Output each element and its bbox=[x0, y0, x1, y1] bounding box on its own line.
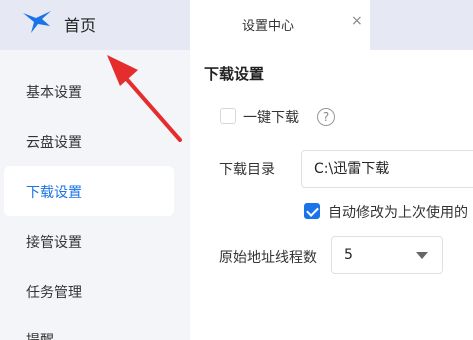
chevron-down-icon bbox=[416, 252, 428, 259]
download-dir-field[interactable]: C:\迅雷下载 bbox=[301, 150, 473, 188]
home-label: 首页 bbox=[64, 16, 97, 35]
sidebar-item-takeover[interactable]: 接管设置 bbox=[26, 232, 82, 252]
threads-value: 5 bbox=[344, 247, 353, 263]
auto-modify-label: 自动修改为上次使用的 bbox=[328, 205, 468, 221]
threads-select[interactable]: 5 bbox=[331, 236, 443, 274]
tabbar-empty-area bbox=[370, 0, 473, 50]
thunder-bird-logo-icon bbox=[23, 11, 51, 33]
tab-settings-center[interactable]: 设置中心 × bbox=[190, 0, 370, 50]
sidebar-item-reminder[interactable]: 提醒 bbox=[26, 330, 54, 340]
sidebar-item-cloud[interactable]: 云盘设置 bbox=[26, 132, 82, 152]
sidebar: 首页 基本设置 云盘设置 下载设置 接管设置 任务管理 提醒 bbox=[0, 0, 190, 340]
one-click-download-checkbox[interactable] bbox=[220, 108, 236, 124]
sidebar-item-tasks[interactable]: 任务管理 bbox=[26, 282, 82, 302]
tab-label: 设置中心 bbox=[242, 19, 295, 34]
one-click-download-label: 一键下载 bbox=[243, 110, 299, 126]
threads-label: 原始地址线程数 bbox=[219, 250, 317, 266]
sidebar-item-download[interactable]: 下载设置 bbox=[26, 182, 82, 202]
close-icon[interactable]: × bbox=[351, 13, 363, 29]
auto-modify-checkbox[interactable] bbox=[304, 203, 320, 219]
download-dir-label: 下载目录 bbox=[219, 162, 275, 178]
home-nav[interactable]: 首页 bbox=[0, 0, 190, 50]
section-title: 下载设置 bbox=[204, 65, 265, 83]
sidebar-item-basic[interactable]: 基本设置 bbox=[26, 82, 82, 102]
help-icon[interactable]: ? bbox=[317, 108, 335, 126]
